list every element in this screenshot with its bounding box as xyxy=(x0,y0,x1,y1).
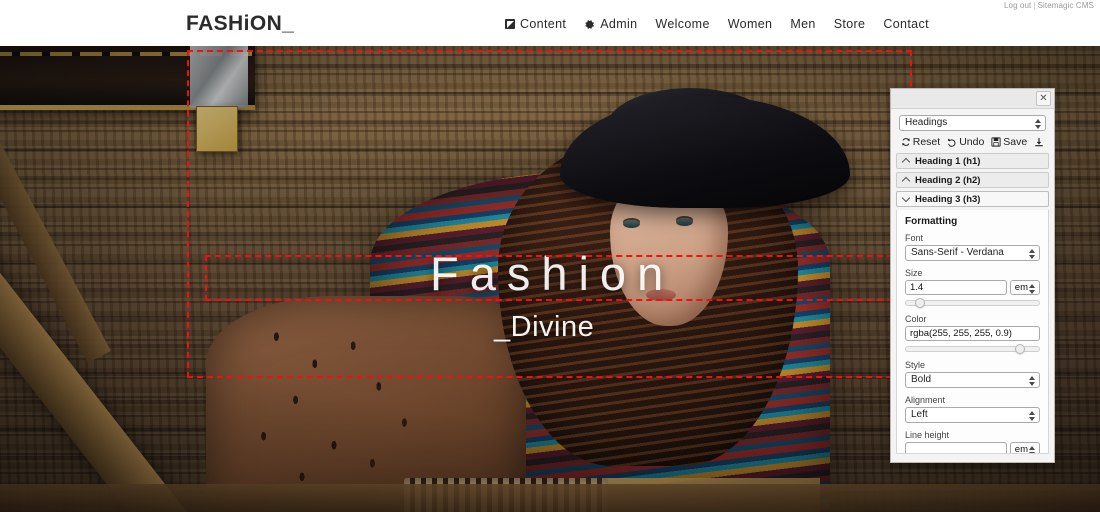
floppy-disk-icon xyxy=(991,137,1001,147)
scope-select-value: Headings xyxy=(905,117,948,128)
nav-label-store: Store xyxy=(833,17,866,31)
field-size: Size 1.4 em xyxy=(905,268,1040,308)
chevron-updown-icon xyxy=(1028,446,1035,453)
panel-toolbar-area: Headings Reset Undo Save xyxy=(891,109,1054,153)
nav-item-admin[interactable]: Admin xyxy=(584,17,637,31)
accordion-heading-2[interactable]: Heading 2 (h2) xyxy=(896,172,1049,188)
line-height-unit-select[interactable]: em xyxy=(1009,442,1040,454)
site-header: Log out | Sitemagic CMS FASHiON_ Content A… xyxy=(0,0,1100,46)
scope-select[interactable]: Headings xyxy=(899,115,1046,131)
main-nav: Content Admin Welcome Women Men Store Co… xyxy=(505,17,929,31)
line-height-label: Line height xyxy=(905,430,950,440)
panel-actions: Reset Undo Save xyxy=(899,136,1046,148)
accordion-heading-3[interactable]: Heading 3 (h3) xyxy=(896,191,1049,207)
formatting-title: Formatting xyxy=(905,216,958,227)
undo-icon xyxy=(947,137,957,147)
undo-button[interactable]: Undo xyxy=(947,136,984,148)
color-slider-knob[interactable] xyxy=(1015,344,1025,354)
color-slider[interactable] xyxy=(905,344,1040,354)
hero-floor-strip xyxy=(0,484,1100,512)
alignment-label: Alignment xyxy=(905,395,946,405)
nav-item-store[interactable]: Store xyxy=(834,17,866,31)
chevron-updown-icon xyxy=(1028,284,1035,294)
font-label: Font xyxy=(905,233,924,243)
chevron-up-icon xyxy=(903,158,910,165)
hero-metal-panel xyxy=(190,46,248,108)
nav-item-contact[interactable]: Contact xyxy=(883,17,929,31)
reset-label: Reset xyxy=(912,136,941,148)
alignment-select-value: Left xyxy=(911,409,928,420)
nav-label-women: Women xyxy=(727,17,773,31)
nav-item-women[interactable]: Women xyxy=(728,17,773,31)
field-style: Style Bold xyxy=(905,360,1040,388)
cms-separator: | xyxy=(1033,1,1036,10)
nav-label-admin: Admin xyxy=(600,17,638,31)
size-unit-value: em xyxy=(1014,282,1028,293)
cms-status-bar: Log out | Sitemagic CMS xyxy=(1004,1,1094,10)
formatting-section: Formatting Font Sans-Serif - Verdana Siz… xyxy=(896,210,1049,454)
size-slider-track xyxy=(905,300,1040,306)
nav-item-welcome[interactable]: Welcome xyxy=(655,17,709,31)
hero-heading-h3[interactable]: Fashion xyxy=(430,250,674,297)
nav-label-content: Content xyxy=(520,17,567,31)
accordion-heading-1[interactable]: Heading 1 (h1) xyxy=(896,153,1049,169)
field-font: Font Sans-Serif - Verdana xyxy=(905,233,1040,261)
reset-icon xyxy=(901,137,911,147)
size-label: Size xyxy=(905,268,923,278)
heading-accordion-list: Heading 1 (h1) Heading 2 (h2) Heading 3 … xyxy=(891,153,1054,207)
field-line-height: Line height em xyxy=(905,430,1040,454)
panel-titlebar: ✕ xyxy=(891,89,1054,109)
accordion-heading-2-label: Heading 2 (h2) xyxy=(915,174,981,186)
style-select[interactable]: Bold xyxy=(905,372,1040,388)
undo-label: Undo xyxy=(959,136,985,148)
chevron-updown-icon xyxy=(1028,249,1035,259)
cms-product-link[interactable]: Sitemagic CMS xyxy=(1038,1,1094,10)
chevron-updown-icon xyxy=(1028,376,1035,386)
font-select-value: Sans-Serif - Verdana xyxy=(911,247,1004,258)
chevron-up-icon xyxy=(903,177,910,184)
accordion-heading-1-label: Heading 1 (h1) xyxy=(915,155,981,167)
field-alignment: Alignment Left xyxy=(905,395,1040,423)
nav-label-men: Men xyxy=(790,17,816,31)
save-button[interactable]: Save xyxy=(991,136,1027,148)
nav-item-men[interactable]: Men xyxy=(790,17,815,31)
save-label: Save xyxy=(1003,136,1028,148)
color-label: Color xyxy=(905,314,927,324)
nav-label-welcome: Welcome xyxy=(655,17,710,31)
logout-link[interactable]: Log out xyxy=(1004,1,1031,10)
hero-model-eye-right xyxy=(676,218,693,226)
line-height-unit-value: em xyxy=(1014,444,1028,454)
field-color: Color rgba(255, 255, 255, 0.9) xyxy=(905,314,1040,354)
line-height-input[interactable] xyxy=(905,442,1007,453)
reset-button[interactable]: Reset xyxy=(901,136,940,148)
chevron-down-icon xyxy=(903,196,910,203)
font-select[interactable]: Sans-Serif - Verdana xyxy=(905,245,1040,261)
hero-subheading[interactable]: _Divine xyxy=(494,313,594,342)
site-logo[interactable]: FASHiON_ xyxy=(186,12,294,36)
size-unit-select[interactable]: em xyxy=(1009,280,1040,295)
download-button[interactable] xyxy=(1034,137,1044,147)
nav-item-content[interactable]: Content xyxy=(505,17,566,31)
color-input[interactable]: rgba(255, 255, 255, 0.9) xyxy=(905,326,1040,341)
pencil-icon xyxy=(505,19,515,29)
size-input[interactable]: 1.4 xyxy=(905,280,1007,295)
hero-brass-plate xyxy=(196,106,238,152)
chevron-updown-icon xyxy=(1034,119,1041,129)
alignment-select[interactable]: Left xyxy=(905,407,1040,423)
nav-label-contact: Contact xyxy=(883,17,929,31)
download-icon xyxy=(1034,137,1044,147)
accordion-heading-3-label: Heading 3 (h3) xyxy=(915,193,981,205)
hero-model-eye-left xyxy=(623,220,640,228)
gear-icon xyxy=(584,19,595,30)
chevron-updown-icon xyxy=(1028,411,1035,421)
size-slider-knob[interactable] xyxy=(915,298,925,308)
close-icon[interactable]: ✕ xyxy=(1036,91,1051,106)
page-root: Log out | Sitemagic CMS FASHiON_ Content A… xyxy=(0,0,1100,512)
style-label: Style xyxy=(905,360,926,370)
size-slider[interactable] xyxy=(905,298,1040,308)
style-editor-panel: ✕ Headings Reset Undo Save Heading 1 (h1… xyxy=(890,88,1055,463)
style-select-value: Bold xyxy=(911,374,932,385)
